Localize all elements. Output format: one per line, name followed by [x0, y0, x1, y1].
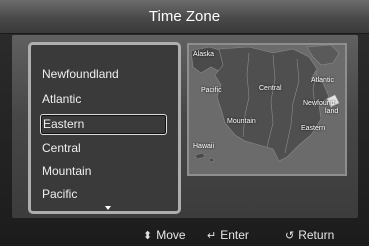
return-icon: ↺: [285, 230, 295, 242]
map-label-mountain: Mountain: [227, 118, 256, 125]
footer-hints: ⬍ Move ↵ Enter ↺ Return: [0, 224, 369, 246]
time-zone-panel: Newfoundland Atlantic Eastern Central Mo…: [12, 35, 358, 218]
map-label-eastern: Eastern: [301, 125, 326, 132]
enter-label: Enter: [220, 228, 249, 242]
time-zone-option-eastern[interactable]: Eastern: [40, 114, 167, 135]
move-hint: ⬍ Move: [143, 224, 186, 246]
time-zone-option-pacific[interactable]: Pacific: [40, 184, 167, 205]
time-zone-map: Alaska Pacific Central Atlantic Newfound…: [187, 43, 347, 176]
time-zone-list[interactable]: Newfoundland Atlantic Eastern Central Mo…: [28, 42, 181, 214]
north-america-map-icon: [189, 45, 345, 174]
return-label: Return: [298, 228, 335, 242]
map-label-newfoundland: Newfound-: [303, 100, 337, 107]
move-label: Move: [156, 228, 186, 242]
screen-title: Time Zone: [0, 0, 369, 34]
time-zone-option-atlantic[interactable]: Atlantic: [40, 89, 167, 110]
return-hint[interactable]: ↺ Return: [285, 224, 334, 246]
enter-icon: ↵: [207, 230, 217, 242]
map-label-central: Central: [259, 85, 282, 92]
map-label-alaska: Alaska: [193, 51, 215, 58]
time-zone-option-central[interactable]: Central: [40, 138, 167, 159]
map-label-newfoundland-2: land: [325, 108, 339, 115]
enter-hint[interactable]: ↵ Enter: [207, 224, 249, 246]
map-label-pacific: Pacific: [201, 87, 222, 94]
up-down-arrows-icon: ⬍: [143, 230, 153, 242]
time-zone-screen: Time Zone Newfoundland Atlantic Eastern …: [0, 0, 369, 246]
map-label-hawaii: Hawaii: [193, 143, 215, 150]
time-zone-option-mountain[interactable]: Mountain: [40, 161, 167, 182]
map-label-atlantic: Atlantic: [311, 77, 334, 84]
scroll-down-arrow-icon[interactable]: [105, 206, 111, 210]
time-zone-option-newfoundland[interactable]: Newfoundland: [40, 64, 167, 85]
